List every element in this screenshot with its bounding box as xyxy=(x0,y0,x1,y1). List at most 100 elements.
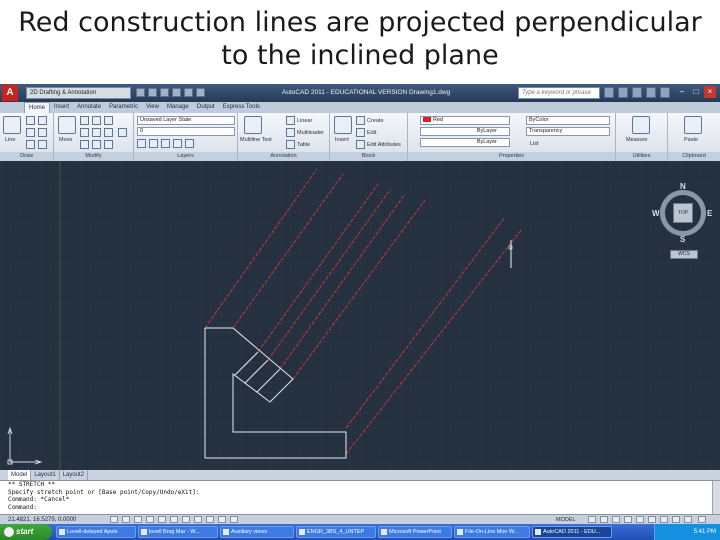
tab-layout2[interactable]: Layout2 xyxy=(60,470,89,480)
command-scrollbar[interactable] xyxy=(712,481,720,515)
compass-north[interactable]: N xyxy=(680,182,686,191)
move-icon[interactable] xyxy=(58,116,76,134)
hardware-acceleration-icon[interactable] xyxy=(672,516,680,523)
tab-home[interactable]: Home xyxy=(24,102,51,113)
draw-panel-label[interactable]: Draw xyxy=(0,152,53,161)
close-icon[interactable]: × xyxy=(704,86,716,98)
transparency-field[interactable]: Transparency xyxy=(526,127,610,136)
favorites-icon[interactable] xyxy=(646,87,656,98)
clipboard-panel-label[interactable]: Clipboard xyxy=(668,152,720,161)
multileader-icon[interactable] xyxy=(286,128,295,137)
pan-icon[interactable] xyxy=(612,516,620,523)
tab-layout1[interactable]: Layout1 xyxy=(31,470,60,480)
compass-south[interactable]: S xyxy=(680,235,685,244)
compass-west[interactable]: W xyxy=(652,209,660,218)
command-prompt[interactable]: Command: xyxy=(0,504,720,512)
communication-center-icon[interactable] xyxy=(632,87,642,98)
clock[interactable]: 5:41 PM xyxy=(694,524,716,540)
edit-attributes-label[interactable]: Edit Attributes xyxy=(367,141,401,149)
grid-display-icon[interactable] xyxy=(134,516,142,523)
color-dropdown[interactable]: Red xyxy=(420,116,510,125)
lock-ui-icon[interactable] xyxy=(660,516,668,523)
table-label[interactable]: Table xyxy=(297,141,310,149)
layer-freeze-icon[interactable] xyxy=(161,139,170,148)
help-search-input[interactable]: Type a keyword or phrase xyxy=(518,87,600,99)
create-label[interactable]: Create xyxy=(367,117,384,125)
tab-view[interactable]: View xyxy=(142,102,163,113)
annotation-scale-icon[interactable] xyxy=(636,516,644,523)
tab-express-tools[interactable]: Express Tools xyxy=(219,102,264,113)
dynamic-input-icon[interactable] xyxy=(206,516,214,523)
infer-constraints-icon[interactable] xyxy=(110,516,118,523)
taskbar-item-active[interactable]: AutoCAD 2011 - EDU... xyxy=(532,526,612,538)
layer-state-dropdown[interactable]: Unsaved Layer State xyxy=(137,116,235,125)
tab-manage[interactable]: Manage xyxy=(163,102,193,113)
block-panel-label[interactable]: Block xyxy=(330,152,407,161)
mirror-icon[interactable] xyxy=(92,128,101,137)
quick-view-layouts-icon[interactable] xyxy=(588,516,596,523)
save-icon[interactable] xyxy=(160,88,169,97)
snap-mode-icon[interactable] xyxy=(122,516,130,523)
help-icon[interactable] xyxy=(660,87,670,98)
linear-label[interactable]: Linear xyxy=(297,117,312,125)
tab-insert[interactable]: Insert xyxy=(50,102,73,113)
edit-label[interactable]: Edit xyxy=(367,129,376,137)
command-line[interactable]: ** STRETCH ** Specify stretch point or [… xyxy=(0,480,720,515)
drawing-area[interactable]: TOP N S W E WCS xyxy=(0,162,720,470)
linear-dimension-icon[interactable] xyxy=(286,116,295,125)
polar-tracking-icon[interactable] xyxy=(158,516,166,523)
new-icon[interactable] xyxy=(136,88,145,97)
multileader-label[interactable]: Multileader xyxy=(297,129,324,137)
modify-panel-label[interactable]: Modify xyxy=(54,152,133,161)
arc-icon[interactable] xyxy=(26,128,35,137)
taskbar-item[interactable]: lovell Brsg Mar - W... xyxy=(138,526,218,538)
tab-output[interactable]: Output xyxy=(193,102,219,113)
layer-lock-icon[interactable] xyxy=(185,139,194,148)
dynamic-ucs-icon[interactable] xyxy=(194,516,202,523)
layers-panel-label[interactable]: Layers xyxy=(134,152,237,161)
transparency-icon[interactable] xyxy=(230,516,238,523)
workspace-dropdown[interactable]: 2D Drafting & Annotation xyxy=(26,87,131,99)
table-icon[interactable] xyxy=(286,140,295,149)
fillet-icon[interactable] xyxy=(104,128,113,137)
taskbar-item[interactable]: Lovell-delayed Apuls xyxy=(56,526,136,538)
layer-dropdown[interactable]: 0 xyxy=(137,127,235,136)
utilities-panel-label[interactable]: Utilities xyxy=(616,152,667,161)
plot-style-dropdown[interactable]: ByColor xyxy=(526,116,610,125)
application-menu-icon[interactable]: A xyxy=(2,85,18,101)
array-icon[interactable] xyxy=(104,140,113,149)
start-button[interactable]: start xyxy=(0,524,52,540)
hatch-icon[interactable] xyxy=(26,140,35,149)
layer-isolate-icon[interactable] xyxy=(149,139,158,148)
explode-icon[interactable] xyxy=(118,128,127,137)
edit-block-icon[interactable] xyxy=(356,128,365,137)
taskbar-item[interactable]: Auxiliary views xyxy=(220,526,294,538)
erase-icon[interactable] xyxy=(104,116,113,125)
ortho-mode-icon[interactable] xyxy=(146,516,154,523)
polyline-icon[interactable] xyxy=(26,116,35,125)
stretch-icon[interactable] xyxy=(80,140,89,149)
taskbar-item[interactable]: ENGR_3BS_4_UNTEP xyxy=(296,526,376,538)
create-block-icon[interactable] xyxy=(356,116,365,125)
redo-icon[interactable] xyxy=(184,88,193,97)
layer-properties-icon[interactable] xyxy=(137,139,146,148)
rectangle-icon[interactable] xyxy=(38,128,47,137)
undo-icon[interactable] xyxy=(172,88,181,97)
plot-icon[interactable] xyxy=(196,88,205,97)
annotation-panel-label[interactable]: Annotation xyxy=(238,152,329,161)
taskbar-item[interactable]: File-On-Line Mon W... xyxy=(454,526,530,538)
clean-screen-icon[interactable] xyxy=(698,516,706,523)
properties-panel-label[interactable]: Properties xyxy=(408,152,615,161)
list-label[interactable]: List xyxy=(530,140,539,148)
tab-annotate[interactable]: Annotate xyxy=(73,102,105,113)
measure-icon[interactable] xyxy=(632,116,650,134)
linetype-dropdown[interactable]: ByLayer xyxy=(420,127,510,136)
insert-block-icon[interactable] xyxy=(334,116,352,134)
binoculars-icon[interactable] xyxy=(604,87,614,98)
maximize-icon[interactable]: □ xyxy=(690,86,702,98)
quick-view-drawings-icon[interactable] xyxy=(600,516,608,523)
layer-off-icon[interactable] xyxy=(173,139,182,148)
minimize-icon[interactable]: – xyxy=(676,86,688,98)
scale-icon[interactable] xyxy=(92,140,101,149)
tab-model[interactable]: Model xyxy=(8,470,32,480)
